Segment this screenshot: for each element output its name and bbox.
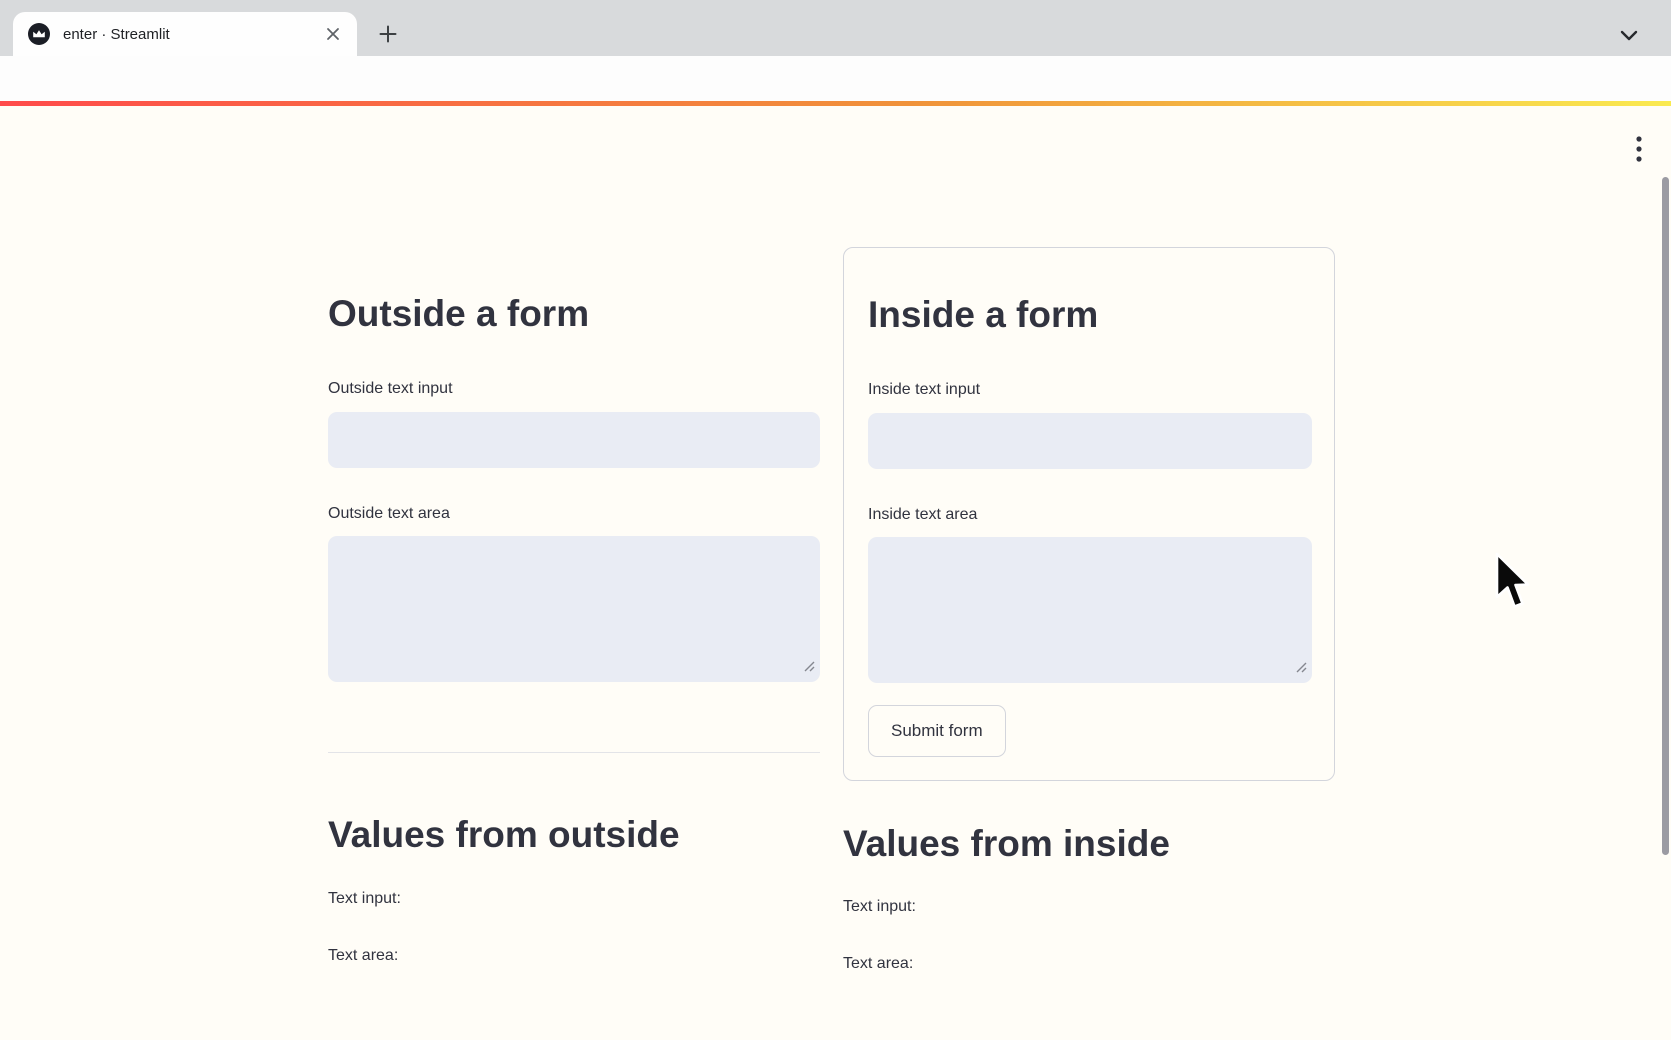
outside-heading: Outside a form bbox=[328, 291, 589, 337]
scrollbar-thumb[interactable] bbox=[1662, 177, 1669, 855]
browser-tab[interactable]: enter · Streamlit bbox=[13, 12, 357, 56]
outside-text-input-label: Outside text input bbox=[328, 377, 453, 401]
outside-column: Outside a form Outside text input Outsid… bbox=[328, 106, 820, 1040]
browser-toolbar: localhost:8501 bbox=[0, 56, 1671, 102]
streamlit-app: Outside a form Outside text input Outsid… bbox=[0, 106, 1671, 1040]
values-inside-heading: Values from inside bbox=[843, 821, 1170, 867]
three-dots-icon bbox=[1636, 134, 1642, 166]
resize-grip-icon[interactable] bbox=[804, 659, 815, 677]
outside-text-input[interactable] bbox=[328, 412, 820, 468]
outside-text-area-label: Outside text area bbox=[328, 502, 450, 526]
resize-grip-icon[interactable] bbox=[1296, 660, 1307, 678]
values-outside-heading: Values from outside bbox=[328, 812, 680, 858]
divider bbox=[328, 752, 820, 753]
outside-text-area-value-line: Text area: bbox=[328, 944, 398, 968]
outside-text-area[interactable] bbox=[328, 536, 820, 682]
submit-form-button[interactable]: Submit form bbox=[868, 705, 1006, 757]
browser-window: enter · Streamlit bbox=[0, 0, 1671, 1040]
inside-text-input-value-line: Text input: bbox=[843, 895, 916, 919]
inside-text-input-label: Inside text input bbox=[868, 378, 980, 402]
tab-close-icon[interactable] bbox=[323, 24, 343, 44]
inside-text-area-value-line: Text area: bbox=[843, 952, 913, 976]
inside-column: Inside a form Inside text input Inside t… bbox=[843, 106, 1335, 1040]
app-menu-button[interactable] bbox=[1626, 130, 1652, 170]
inside-text-area-label: Inside text area bbox=[868, 503, 977, 527]
inside-heading: Inside a form bbox=[868, 292, 1098, 338]
streamlit-favicon-icon bbox=[27, 22, 51, 46]
outside-text-input-value-line: Text input: bbox=[328, 887, 401, 911]
tab-title: enter · Streamlit bbox=[63, 26, 323, 43]
new-tab-button[interactable] bbox=[372, 18, 404, 50]
tab-list-chevron-icon[interactable] bbox=[1612, 22, 1646, 50]
inside-text-input[interactable] bbox=[868, 413, 1312, 469]
inside-text-area[interactable] bbox=[868, 537, 1312, 683]
form-container: Inside a form Inside text input Inside t… bbox=[843, 247, 1335, 781]
tab-strip: enter · Streamlit bbox=[0, 0, 1671, 56]
